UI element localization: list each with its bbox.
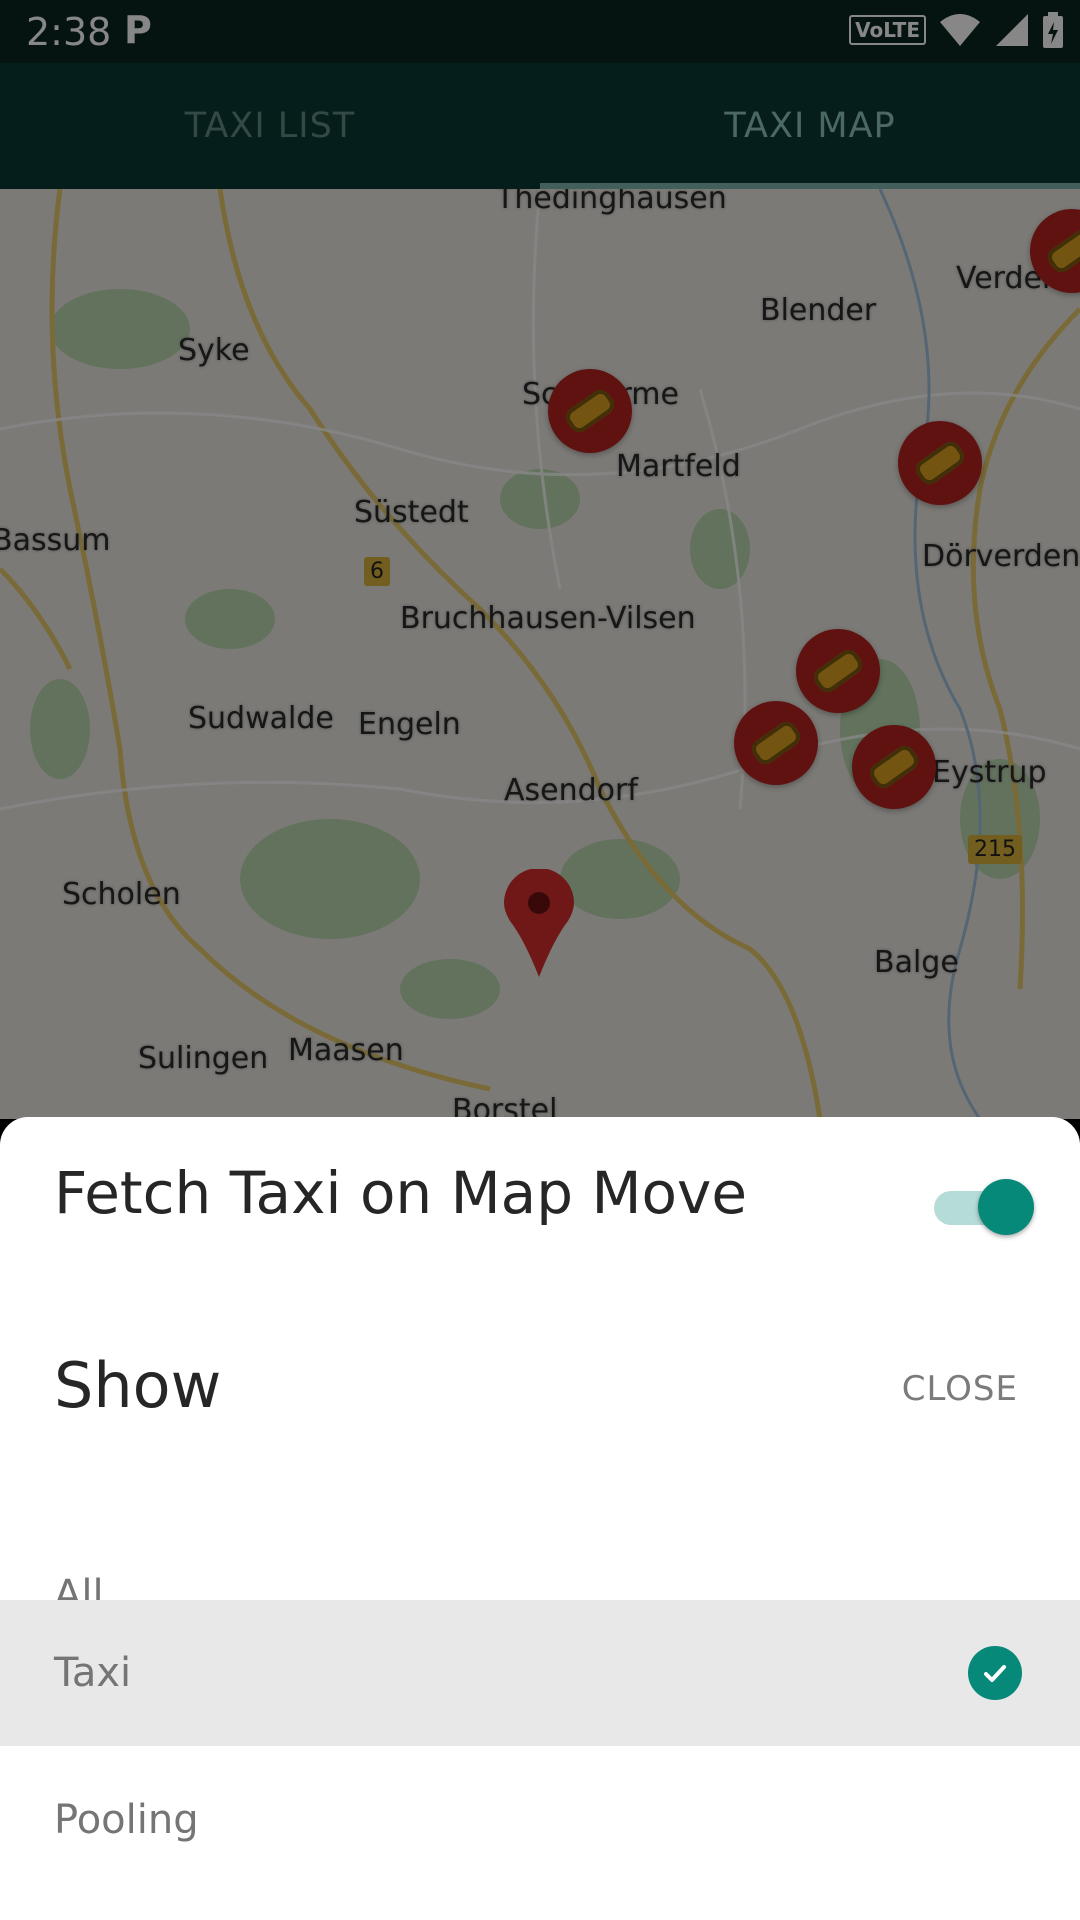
fetch-toggle-label: Fetch Taxi on Map Move xyxy=(54,1159,747,1227)
option-taxi[interactable]: Taxi xyxy=(0,1600,1080,1746)
show-section-title: Show xyxy=(54,1349,222,1422)
option-pooling[interactable]: Pooling xyxy=(0,1747,1080,1893)
filter-bottom-sheet: Fetch Taxi on Map Move Show CLOSE All Ta… xyxy=(0,1117,1080,1920)
switch-thumb xyxy=(978,1179,1034,1235)
check-icon xyxy=(968,1646,1022,1700)
fetch-toggle-switch[interactable] xyxy=(934,1169,1034,1255)
option-label: Pooling xyxy=(54,1797,199,1843)
modal-scrim[interactable] xyxy=(0,0,1080,1120)
option-label: Taxi xyxy=(54,1650,132,1696)
close-button[interactable]: CLOSE xyxy=(902,1369,1018,1409)
